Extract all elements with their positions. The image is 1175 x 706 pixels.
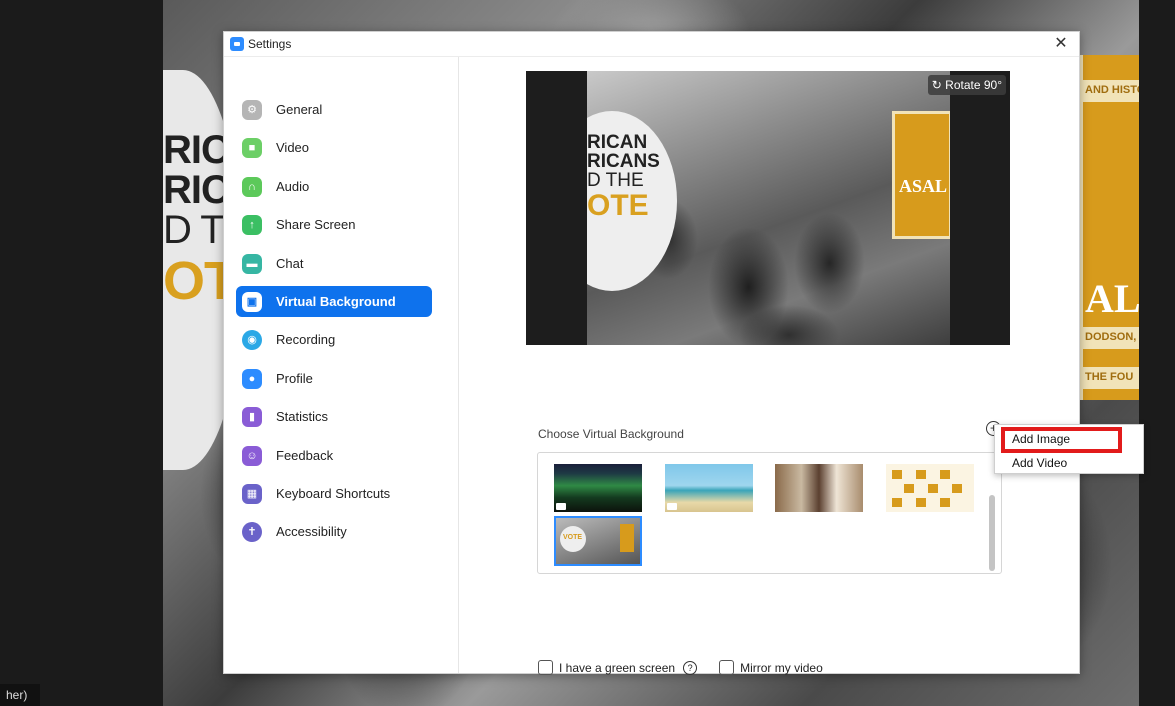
pattern-tile — [892, 470, 902, 479]
sidebar-item-video[interactable]: ■ Video — [236, 132, 432, 163]
video-preview: RICAN RICANS D THE OTE ASAL ↻ Rotate 90° — [526, 71, 1010, 345]
sidebar-item-share-screen[interactable]: ↑ Share Screen — [236, 209, 432, 240]
sidebar-item-label: Video — [276, 140, 310, 155]
sidebar-item-recording[interactable]: ◉ Recording — [236, 324, 432, 355]
pattern-tile — [952, 484, 962, 493]
sidebar-item-label: Accessibility — [276, 524, 347, 539]
thumbnail-beach[interactable] — [665, 464, 753, 512]
settings-sidebar: ⚙ General ■ Video ∩ Audio ↑ Share Screen… — [224, 57, 459, 673]
window-title: Settings — [248, 37, 292, 51]
sidebar-item-label: Profile — [276, 371, 313, 386]
sidebar-item-general[interactable]: ⚙ General — [236, 94, 432, 125]
sidebar-item-statistics[interactable]: ▮ Statistics — [236, 401, 432, 432]
sidebar-item-label: Statistics — [276, 409, 329, 424]
mirror-video-checkbox[interactable] — [719, 660, 735, 675]
sidebar-item-label: Recording — [276, 332, 336, 347]
sidebar-item-feedback[interactable]: ☺ Feedback — [236, 440, 432, 471]
sidebar-item-label: Virtual Background — [276, 294, 396, 309]
preview-badge-text: ASAL — [899, 176, 948, 196]
thumbnail-asalh-pattern[interactable] — [886, 464, 974, 512]
keyboard-icon: ▦ — [242, 483, 262, 504]
thumbnail-aurora[interactable] — [554, 464, 642, 512]
video-camera-icon: ■ — [242, 137, 262, 158]
rotate-label: Rotate 90° — [945, 78, 1002, 92]
record-icon: ◉ — [242, 329, 262, 350]
thumbnail-vote-poster-selected[interactable]: VOTE — [554, 516, 642, 566]
thumb-badge — [620, 524, 634, 552]
preview-line-1: RICAN — [587, 132, 648, 153]
sidebar-item-label: Feedback — [276, 448, 334, 463]
person-card-icon: ▣ — [242, 291, 262, 312]
video-badge-icon — [667, 503, 677, 510]
sidebar-item-label: General — [276, 102, 323, 117]
background-options: I have a green screen ? Mirror my video — [538, 660, 823, 675]
green-screen-label: I have a green screen — [559, 660, 676, 675]
pattern-tile — [916, 498, 926, 507]
video-badge-icon — [556, 503, 566, 510]
sidebar-item-label: Keyboard Shortcuts — [276, 486, 391, 501]
sidebar-item-accessibility[interactable]: ✝ Accessibility — [236, 516, 432, 547]
sidebar-item-audio[interactable]: ∩ Audio — [236, 171, 432, 202]
sidebar-item-chat[interactable]: ▬ Chat — [236, 248, 432, 279]
pattern-tile — [940, 470, 950, 479]
sidebar-item-label: Audio — [276, 179, 310, 194]
smiley-icon: ☺ — [242, 445, 262, 466]
title-bar: Settings ✕ — [224, 32, 1079, 57]
thumbnail-scrollbar[interactable] — [989, 495, 995, 571]
thumb-vote-text: VOTE — [563, 534, 583, 541]
badge-bottom-text: THE FOU — [1083, 367, 1139, 389]
chat-bubble-icon: ▬ — [242, 253, 262, 274]
choose-background-label: Choose Virtual Background — [538, 427, 684, 441]
sidebar-item-keyboard-shortcuts[interactable]: ▦ Keyboard Shortcuts — [236, 478, 432, 509]
sidebar-item-profile[interactable]: ● Profile — [236, 363, 432, 394]
sidebar-item-label: Chat — [276, 256, 304, 271]
preview-line-3: D THE — [587, 170, 644, 191]
badge-big-text: AL — [1085, 276, 1139, 321]
asalh-badge: AND HISTO AL DODSON, FO THE FOU — [1079, 55, 1139, 400]
close-button[interactable]: ✕ — [1049, 34, 1073, 54]
badge-mid-text: DODSON, FO — [1083, 327, 1139, 349]
sidebar-item-label: Share Screen — [276, 217, 356, 232]
menu-item-add-image[interactable]: Add Image — [1012, 432, 1070, 446]
bar-chart-icon: ▮ — [242, 406, 262, 427]
rotate-icon: ↻ — [931, 78, 942, 92]
pattern-tile — [940, 498, 950, 507]
pattern-tile — [916, 470, 926, 479]
pattern-tile — [904, 484, 914, 493]
preview-poster-text: RICAN RICANS D THE OTE — [587, 133, 660, 222]
preview-line-4: OTE — [587, 189, 649, 222]
accessibility-icon: ✝ — [242, 521, 262, 542]
pattern-tile — [892, 498, 902, 507]
zoom-app-icon — [230, 37, 244, 51]
settings-window: Settings ✕ ⚙ General ■ Video ∩ Audio ↑ S… — [223, 31, 1080, 675]
mirror-video-label: Mirror my video — [740, 660, 823, 675]
help-icon[interactable]: ? — [683, 660, 698, 675]
preview-asalh-badge: ASAL — [892, 111, 950, 239]
sidebar-item-virtual-background[interactable]: ▣ Virtual Background — [236, 286, 432, 317]
profile-icon: ● — [242, 368, 262, 389]
preview-background-image: RICAN RICANS D THE OTE ASAL — [587, 71, 950, 345]
green-screen-checkbox[interactable] — [538, 660, 553, 675]
background-thumbnail-list: VOTE — [537, 452, 1002, 574]
settings-content: RICAN RICANS D THE OTE ASAL ↻ Rotate 90°… — [460, 57, 1079, 675]
headphones-icon: ∩ — [242, 176, 262, 197]
badge-top-text: AND HISTO — [1083, 80, 1139, 102]
rotate-button[interactable]: ↻ Rotate 90° — [927, 75, 1006, 95]
preview-line-2: RICANS — [587, 151, 660, 172]
thumbnail-room[interactable] — [775, 464, 863, 512]
add-background-menu: Add Image Add Video — [994, 424, 1144, 474]
participant-name-tag: her) — [0, 684, 40, 706]
gear-icon: ⚙ — [242, 99, 262, 120]
menu-item-add-video[interactable]: Add Video — [1012, 456, 1067, 470]
pattern-tile — [928, 484, 938, 493]
share-screen-icon: ↑ — [242, 214, 262, 235]
